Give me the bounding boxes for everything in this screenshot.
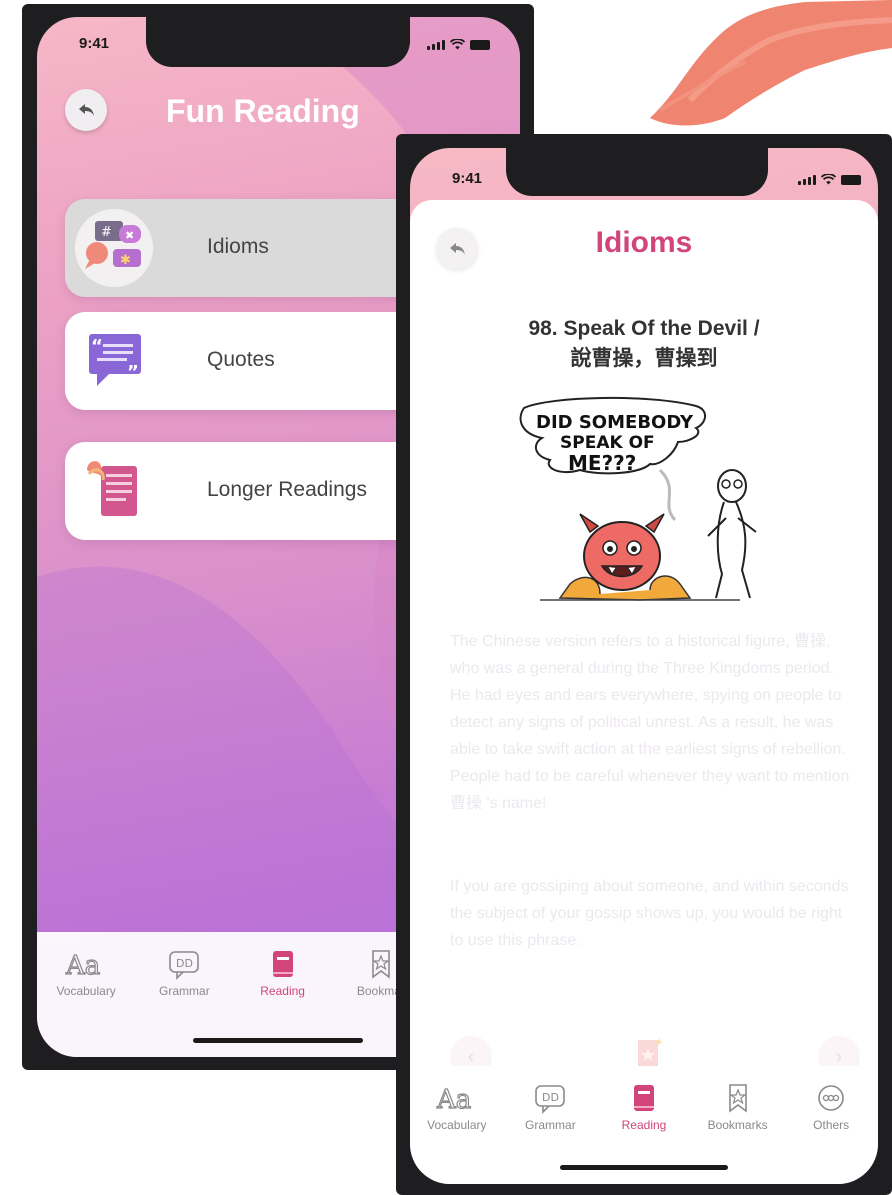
menu-card-label: Longer Readings [207, 478, 367, 501]
tab-label: Bookmarks [707, 1118, 768, 1132]
brush-stroke-decoration [650, 0, 892, 126]
idiom-detail-screen: 9:41 Idioms 98. Speak Of the Devil / 說曹操… [410, 148, 878, 1184]
svg-text:Aa: Aa [65, 951, 100, 980]
speech-bubble-icon: DD [535, 1085, 566, 1114]
svg-text:”: ” [127, 362, 139, 383]
idiom-explanation-paragraph-1: The Chinese version refers to a historic… [450, 633, 850, 812]
devil-comic-illustration: DID SOMEBODY SPEAK OF ME??? [519, 396, 757, 601]
tab-label: Grammar [525, 1118, 576, 1132]
svg-text:✖: ✖ [125, 229, 134, 242]
home-indicator [560, 1165, 728, 1170]
wifi-icon [821, 174, 836, 185]
speech-line-2: SPEAK OF [560, 433, 655, 453]
aa-icon: Aa [435, 1084, 471, 1114]
aa-icon: Aa [65, 950, 101, 980]
tab-label: Reading [621, 1118, 667, 1132]
book-icon [272, 951, 293, 977]
more-icon [818, 1085, 844, 1111]
stage: 9:41 Fun Reading # ✖ ✱ Idioms “ ” Quotes… [0, 0, 892, 1195]
back-button[interactable] [65, 89, 107, 131]
status-time: 9:41 [452, 170, 483, 187]
menu-card-label: Quotes [207, 348, 275, 371]
battery-icon [470, 39, 490, 50]
status-icons [427, 39, 490, 50]
page-title: Idioms [595, 226, 693, 259]
tab-others[interactable]: Others [784, 1066, 878, 1184]
svg-text:DD: DD [542, 1091, 559, 1104]
tab-label: Vocabulary [427, 1118, 487, 1132]
svg-text:Aa: Aa [436, 1085, 471, 1114]
speech-line-3: ME??? [568, 451, 636, 475]
idiom-title-chinese: 說曹操，曹操到 [570, 347, 718, 370]
tab-vocabulary[interactable]: Aa Vocabulary [410, 1066, 504, 1184]
phone-frame-idioms: 9:41 Idioms 98. Speak Of the Devil / 說曹操… [396, 134, 892, 1195]
signal-icon [798, 174, 816, 185]
notch-cutout [146, 17, 410, 65]
bookmark-icon [372, 950, 390, 979]
battery-icon [841, 174, 861, 185]
tab-label: Others [813, 1118, 850, 1132]
svg-text:“: “ [91, 336, 103, 357]
speech-bubble-icon: DD [169, 951, 200, 980]
status-time: 9:41 [79, 35, 110, 52]
speech-bubbles-icon: # ✖ ✱ [75, 209, 153, 287]
tab-label: Grammar [159, 984, 210, 998]
idiom-title-english: 98. Speak Of the Devil / [528, 317, 760, 340]
book-icon [633, 1085, 654, 1111]
tab-label: Vocabulary [56, 984, 116, 998]
back-arrow-icon [79, 104, 94, 116]
status-icons [798, 174, 861, 185]
quote-icon: “ ” [89, 334, 141, 386]
home-indicator [193, 1038, 363, 1043]
page-title: Fun Reading [166, 93, 360, 129]
menu-card-label: Idioms [207, 235, 269, 258]
tab-vocabulary[interactable]: Aa Vocabulary [39, 932, 134, 1057]
idiom-title: 98. Speak Of the Devil / 說曹操，曹操到 [410, 314, 878, 374]
svg-text:✱: ✱ [120, 253, 131, 268]
svg-text:DD: DD [176, 957, 193, 970]
notch-cutout [506, 148, 768, 196]
tab-label: Reading [260, 984, 305, 998]
svg-text:#: # [101, 225, 112, 240]
document-icon [87, 461, 137, 516]
wifi-icon [450, 39, 465, 50]
signal-icon [427, 39, 445, 50]
bookmark-icon [728, 1084, 747, 1113]
speech-line-1: DID SOMEBODY [536, 412, 694, 433]
idiom-explanation-paragraph-2: If you are gossiping about someone, and … [450, 878, 849, 949]
